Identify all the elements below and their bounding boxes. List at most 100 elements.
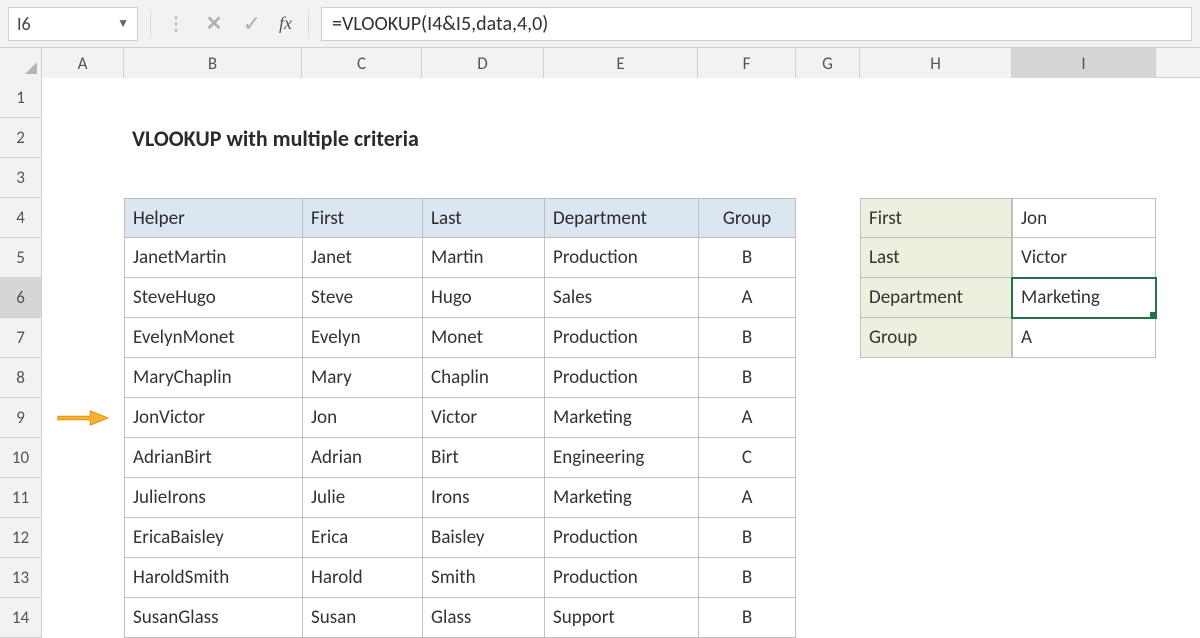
table-cell[interactable]: Production	[544, 358, 698, 398]
row-header[interactable]: 3	[0, 158, 42, 198]
table-cell[interactable]: Sales	[544, 278, 698, 318]
table-header[interactable]: Last	[422, 198, 544, 238]
table-cell[interactable]: Erica	[302, 518, 422, 558]
table-cell[interactable]: B	[698, 358, 796, 398]
row-header[interactable]: 5	[0, 238, 42, 278]
cell[interactable]	[42, 478, 124, 518]
table-cell[interactable]: MaryChaplin	[124, 358, 302, 398]
row-header[interactable]: 4	[0, 198, 42, 238]
col-header-G[interactable]: G	[796, 48, 860, 78]
cell[interactable]	[796, 358, 1156, 398]
table-cell[interactable]: SusanGlass	[124, 598, 302, 638]
table-cell[interactable]: JonVictor	[124, 398, 302, 438]
table-cell[interactable]: A	[698, 398, 796, 438]
lookup-label[interactable]: Group	[860, 318, 1012, 358]
row-header[interactable]: 14	[0, 598, 42, 638]
enter-icon[interactable]: ✓	[239, 11, 265, 37]
table-cell[interactable]: Martin	[422, 238, 544, 278]
table-cell[interactable]: Production	[544, 318, 698, 358]
lookup-label[interactable]: Last	[860, 238, 1012, 278]
table-cell[interactable]: Support	[544, 598, 698, 638]
row-header[interactable]: 12	[0, 518, 42, 558]
table-cell[interactable]: EvelynMonet	[124, 318, 302, 358]
table-cell[interactable]: JulieIrons	[124, 478, 302, 518]
table-cell[interactable]: B	[698, 238, 796, 278]
row-header[interactable]: 1	[0, 78, 42, 118]
cell[interactable]	[124, 158, 1156, 198]
table-cell[interactable]: A	[698, 278, 796, 318]
formula-input[interactable]: =VLOOKUP(I4&I5,data,4,0)	[321, 7, 1192, 41]
row-header[interactable]: 11	[0, 478, 42, 518]
cell[interactable]	[42, 78, 124, 118]
cell[interactable]	[796, 518, 1156, 558]
table-cell[interactable]: Victor	[422, 398, 544, 438]
cell[interactable]	[796, 558, 1156, 598]
table-cell[interactable]: Jon	[302, 398, 422, 438]
row-header[interactable]: 2	[0, 118, 42, 158]
cell[interactable]	[124, 78, 1156, 118]
cell[interactable]	[796, 238, 860, 278]
table-cell[interactable]: Adrian	[302, 438, 422, 478]
cell[interactable]	[796, 438, 1156, 478]
table-cell[interactable]: B	[698, 558, 796, 598]
table-cell[interactable]: Harold	[302, 558, 422, 598]
cell[interactable]	[42, 238, 124, 278]
cell[interactable]	[42, 438, 124, 478]
table-cell[interactable]: Janet	[302, 238, 422, 278]
cell[interactable]	[796, 398, 1156, 438]
cell[interactable]	[796, 278, 860, 318]
lookup-value[interactable]: Jon	[1012, 198, 1156, 238]
col-header-E[interactable]: E	[544, 48, 698, 78]
row-header[interactable]: 10	[0, 438, 42, 478]
table-cell[interactable]: Hugo	[422, 278, 544, 318]
cell[interactable]	[796, 198, 860, 238]
table-cell[interactable]: AdrianBirt	[124, 438, 302, 478]
cell[interactable]	[42, 518, 124, 558]
table-header[interactable]: Helper	[124, 198, 302, 238]
table-cell[interactable]: Steve	[302, 278, 422, 318]
cell[interactable]	[42, 118, 124, 158]
row-header[interactable]: 13	[0, 558, 42, 598]
table-cell[interactable]: Birt	[422, 438, 544, 478]
table-cell[interactable]: SteveHugo	[124, 278, 302, 318]
table-cell[interactable]: Production	[544, 518, 698, 558]
table-cell[interactable]: Glass	[422, 598, 544, 638]
table-cell[interactable]: Susan	[302, 598, 422, 638]
cell[interactable]	[796, 478, 1156, 518]
lookup-label[interactable]: Department	[860, 278, 1012, 318]
cell[interactable]	[42, 158, 124, 198]
col-header-A[interactable]: A	[42, 48, 124, 78]
table-cell[interactable]: Mary	[302, 358, 422, 398]
chevron-down-icon[interactable]: ▼	[117, 16, 129, 31]
selected-cell[interactable]: Marketing	[1012, 278, 1156, 318]
table-cell[interactable]: Julie	[302, 478, 422, 518]
cancel-icon[interactable]: ✕	[201, 11, 227, 37]
row-header[interactable]: 6	[0, 278, 42, 318]
col-header-D[interactable]: D	[422, 48, 544, 78]
table-cell[interactable]: B	[698, 598, 796, 638]
col-header-F[interactable]: F	[698, 48, 796, 78]
table-cell[interactable]: Engineering	[544, 438, 698, 478]
table-cell[interactable]: C	[698, 438, 796, 478]
row-header[interactable]: 7	[0, 318, 42, 358]
row-header[interactable]: 8	[0, 358, 42, 398]
table-cell[interactable]: EricaBaisley	[124, 518, 302, 558]
select-all-corner[interactable]	[0, 48, 42, 78]
table-cell[interactable]: Production	[544, 238, 698, 278]
table-header[interactable]: Group	[698, 198, 796, 238]
lookup-value[interactable]: A	[1012, 318, 1156, 358]
col-header-C[interactable]: C	[302, 48, 422, 78]
cell[interactable]	[42, 278, 124, 318]
col-header-I[interactable]: I	[1012, 48, 1156, 78]
cell[interactable]	[42, 598, 124, 638]
table-cell[interactable]: Marketing	[544, 478, 698, 518]
table-cell[interactable]: Monet	[422, 318, 544, 358]
cell[interactable]	[42, 558, 124, 598]
cell[interactable]	[796, 598, 1156, 638]
table-header[interactable]: First	[302, 198, 422, 238]
table-cell[interactable]: Production	[544, 558, 698, 598]
row-header[interactable]: 9	[0, 398, 42, 438]
lookup-value[interactable]: Victor	[1012, 238, 1156, 278]
cell[interactable]	[42, 198, 124, 238]
cell[interactable]	[42, 358, 124, 398]
